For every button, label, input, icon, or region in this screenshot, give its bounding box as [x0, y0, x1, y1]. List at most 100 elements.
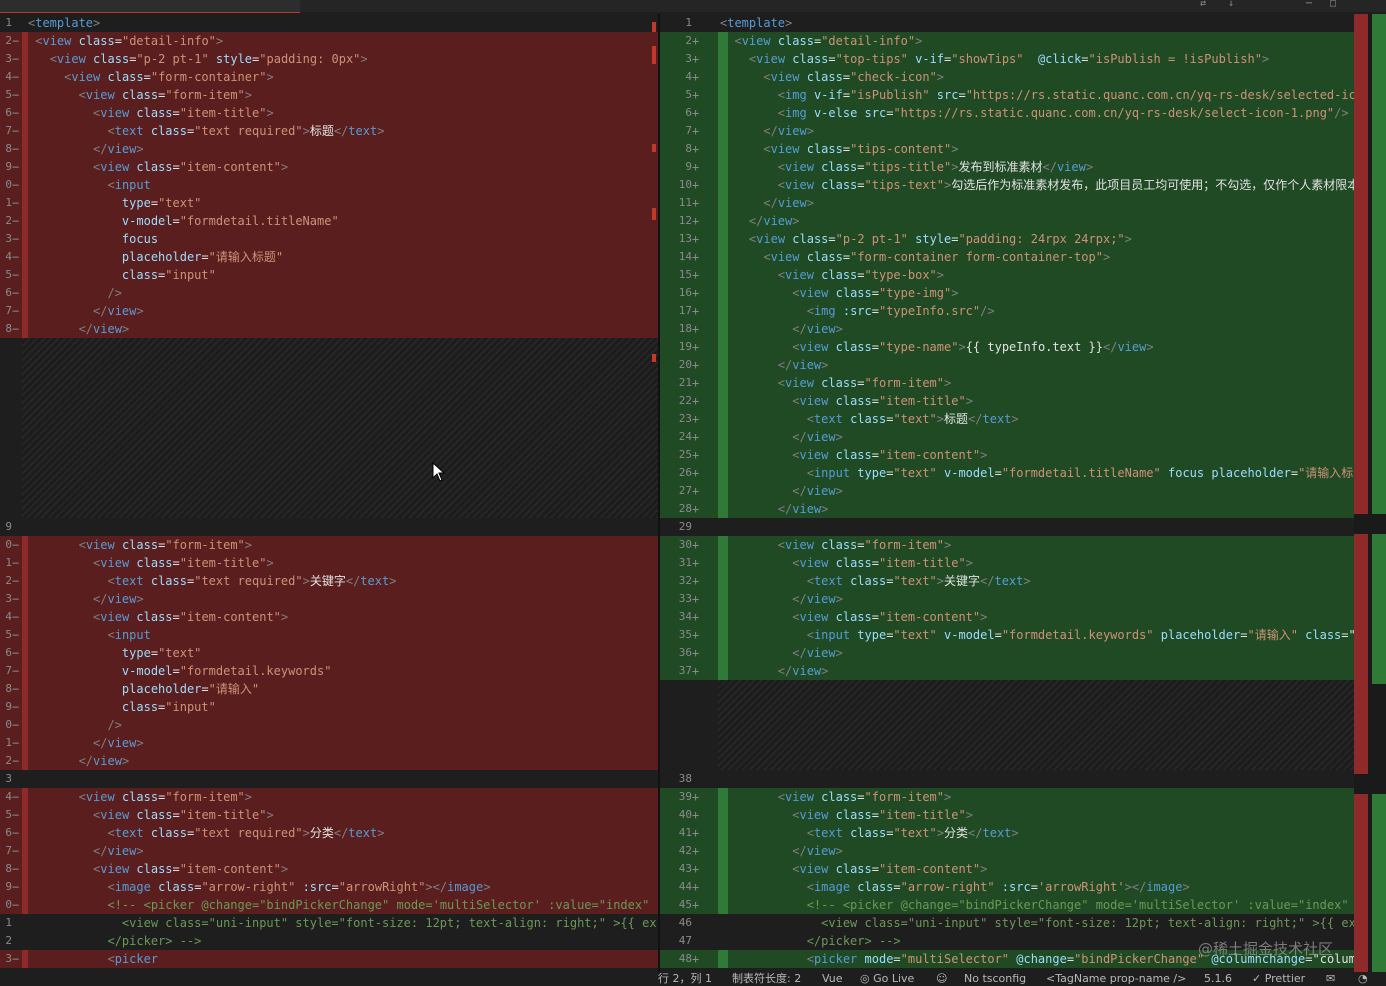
code-line[interactable]: 5− <view class="item-title"> — [0, 806, 658, 824]
code-line[interactable]: 2 + <view class="detail-info"> — [660, 32, 1354, 50]
code-line[interactable]: 3 + <view class="top-tips" v-if="showTips… — [660, 50, 1354, 68]
notifications-icon[interactable]: ◔ — [1358, 972, 1368, 986]
code-line[interactable]: 45 + <!-- <picker @change="bindPickerChan… — [660, 896, 1354, 914]
code-line[interactable]: 44 + <image class="arrow-right" :src='arr… — [660, 878, 1354, 896]
diff-original-pane[interactable]: 1 <template> 2− <view class="detail-info">… — [0, 14, 658, 972]
code-line[interactable]: 31 + <view class="item-title"> — [660, 554, 1354, 572]
account-icon[interactable]: ☺ — [936, 972, 947, 986]
code-line[interactable]: 4− <view class="form-item"> — [0, 788, 658, 806]
tag-name-status[interactable]: <TagName prop-name /> — [1046, 972, 1186, 986]
code-line[interactable]: 0− /> — [0, 716, 658, 734]
editor-tab-active[interactable] — [0, 0, 300, 13]
code-line[interactable]: 22 + <view class="item-title"> — [660, 392, 1354, 410]
code-line[interactable]: 8− </view> — [0, 140, 658, 158]
minimap[interactable] — [1354, 14, 1386, 972]
code-line[interactable]: 0− <input — [0, 176, 658, 194]
code-line[interactable]: 25 + <view class="item-content"> — [660, 446, 1354, 464]
code-line[interactable]: 2− <view class="detail-info"> — [0, 32, 658, 50]
code-line[interactable]: 14 + <view class="form-container form-con… — [660, 248, 1354, 266]
code-line[interactable]: 5− <input — [0, 626, 658, 644]
code-line[interactable]: 2 </picker> --> — [0, 932, 658, 950]
code-line[interactable]: 5− <view class="form-item"> — [0, 86, 658, 104]
code-line[interactable]: 3− <picker — [0, 950, 658, 968]
code-line[interactable]: 13 + <view class="p-2 pt-1" style="paddin… — [660, 230, 1354, 248]
code-line[interactable]: 9− <image class="arrow-right" :src="arro… — [0, 878, 658, 896]
tab-size[interactable]: 制表符长度: 2 — [732, 972, 801, 986]
code-line[interactable]: 1 <template> — [0, 14, 658, 32]
more-actions-icon[interactable]: ⋯ — [1306, 0, 1312, 9]
code-line[interactable]: 4− placeholder="请输入标题" — [0, 248, 658, 266]
split-editor-icon[interactable]: ⇄ — [1200, 0, 1206, 9]
code-line[interactable]: 0− <view class="form-item"> — [0, 536, 658, 554]
code-line[interactable]: 17 + <img :src="typeInfo.src"/> — [660, 302, 1354, 320]
code-line[interactable]: 46 <view class="uni-input" style="font-s… — [660, 914, 1354, 932]
code-line[interactable]: 38 — [660, 770, 1354, 788]
code-line[interactable]: 21 + <view class="form-item"> — [660, 374, 1354, 392]
code-line[interactable]: 23 + <text class="text">标题</text> — [660, 410, 1354, 428]
prettier-status[interactable]: ✓ Prettier — [1252, 972, 1305, 986]
code-line[interactable]: 9− <view class="item-content"> — [0, 158, 658, 176]
ts-version[interactable]: 5.1.6 — [1204, 972, 1232, 986]
navigate-diff-icon[interactable]: ↓ — [1228, 0, 1234, 9]
code-line[interactable]: 41 + <text class="text">分类</text> — [660, 824, 1354, 842]
code-line[interactable]: 26 + <input type="text" v-model="formdeta… — [660, 464, 1354, 482]
code-line[interactable]: 27 + </view> — [660, 482, 1354, 500]
code-line[interactable]: 42 + </view> — [660, 842, 1354, 860]
language-mode[interactable]: Vue — [822, 972, 843, 986]
code-line[interactable]: 24 + </view> — [660, 428, 1354, 446]
code-line[interactable]: 28 + </view> — [660, 500, 1354, 518]
code-line[interactable]: 5− class="input" — [0, 266, 658, 284]
code-line[interactable]: 4 + <view class="check-icon"> — [660, 68, 1354, 86]
code-line[interactable]: 9 — [0, 518, 658, 536]
code-line[interactable]: 6− <view class="item-title"> — [0, 104, 658, 122]
code-line[interactable]: 35 + <input type="text" v-model="formdeta… — [660, 626, 1354, 644]
code-line[interactable]: 1− type="text" — [0, 194, 658, 212]
code-line[interactable]: 10 + <view class="tips-text">勾选后作为标准素材发布，… — [660, 176, 1354, 194]
code-line[interactable]: 7− </view> — [0, 302, 658, 320]
code-line[interactable]: 6− /> — [0, 284, 658, 302]
cursor-position[interactable]: 行 2，列 1 — [658, 972, 712, 986]
code-line[interactable]: 12 + </view> — [660, 212, 1354, 230]
code-line[interactable]: 30 + <view class="form-item"> — [660, 536, 1354, 554]
code-line[interactable]: 8− placeholder="请输入" — [0, 680, 658, 698]
code-line[interactable]: 0− <!-- <picker @change="bindPickerChang… — [0, 896, 658, 914]
code-line[interactable]: 15 + <view class="type-box"> — [660, 266, 1354, 284]
code-line[interactable]: 8 + <view class="tips-content"> — [660, 140, 1354, 158]
code-line[interactable]: 8− <view class="item-content"> — [0, 860, 658, 878]
code-line[interactable]: 29 — [660, 518, 1354, 536]
code-line[interactable]: 16 + <view class="type-img"> — [660, 284, 1354, 302]
code-line[interactable]: 1− </view> — [0, 734, 658, 752]
code-line[interactable]: 19 + <view class="type-name">{{ typeInfo.… — [660, 338, 1354, 356]
code-line[interactable]: 9− class="input" — [0, 698, 658, 716]
code-line[interactable]: 43 + <view class="item-content"> — [660, 860, 1354, 878]
code-line[interactable]: 5 + <img v-if="isPublish" src="https://rs… — [660, 86, 1354, 104]
code-line[interactable]: 2− v-model="formdetail.titleName" — [0, 212, 658, 230]
code-line[interactable]: 3− focus — [0, 230, 658, 248]
code-line[interactable]: 7 + </view> — [660, 122, 1354, 140]
code-line[interactable]: 3 — [0, 770, 658, 788]
code-line[interactable]: 6− <text class="text required">分类</text> — [0, 824, 658, 842]
code-line[interactable]: 3− <view class="p-2 pt-1" style="padding… — [0, 50, 658, 68]
code-line[interactable]: 3− </view> — [0, 590, 658, 608]
code-line[interactable]: 11 + </view> — [660, 194, 1354, 212]
code-line[interactable]: 33 + </view> — [660, 590, 1354, 608]
code-line[interactable]: 20 + </view> — [660, 356, 1354, 374]
code-line[interactable]: 32 + <text class="text">关键字</text> — [660, 572, 1354, 590]
code-line[interactable]: 7− <text class="text required">标题</text> — [0, 122, 658, 140]
code-line[interactable]: 39 + <view class="form-item"> — [660, 788, 1354, 806]
code-line[interactable]: 1− <view class="item-title"> — [0, 554, 658, 572]
code-line[interactable]: 4− <view class="item-content"> — [0, 608, 658, 626]
code-line[interactable]: 37 + </view> — [660, 662, 1354, 680]
code-line[interactable]: 9 + <view class="tips-title">发布到标准素材</vie… — [660, 158, 1354, 176]
left-overview-ruler[interactable] — [650, 14, 658, 972]
code-line[interactable]: 36 + </view> — [660, 644, 1354, 662]
code-line[interactable]: 40 + <view class="item-title"> — [660, 806, 1354, 824]
code-line[interactable]: 6− type="text" — [0, 644, 658, 662]
code-line[interactable]: 8− </view> — [0, 320, 658, 338]
feedback-icon[interactable]: ✉ — [1326, 972, 1335, 986]
tsconfig-status[interactable]: No tsconfig — [964, 972, 1026, 986]
code-line[interactable]: 1 <view class="uni-input" style="font-si… — [0, 914, 658, 932]
code-line[interactable]: 2− </view> — [0, 752, 658, 770]
code-line[interactable]: 18 + </view> — [660, 320, 1354, 338]
diff-modified-pane[interactable]: 1 <template> 2 + <view class="detail-info">… — [660, 14, 1354, 972]
